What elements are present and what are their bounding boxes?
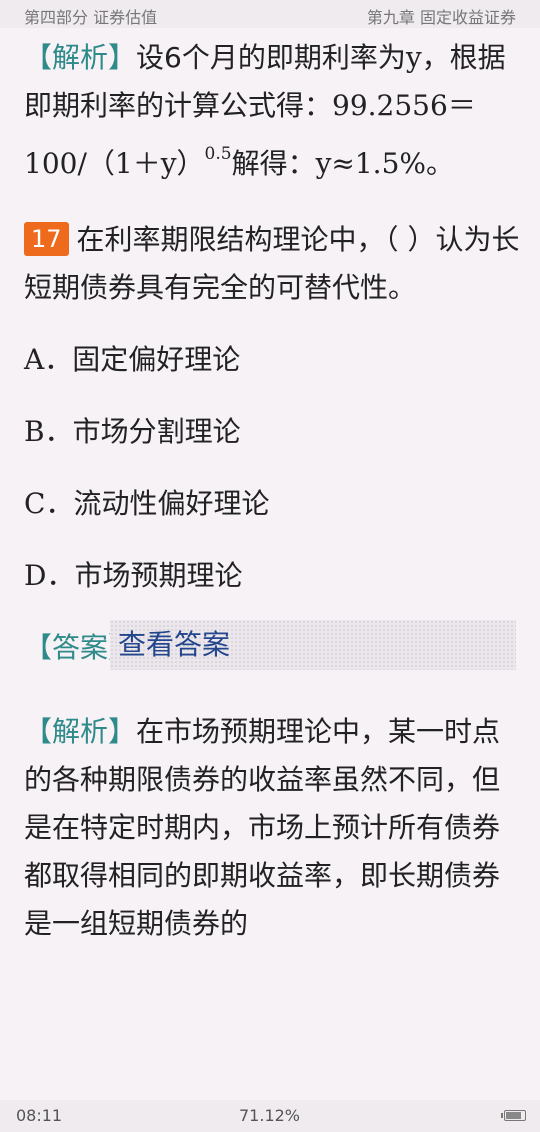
reader-header: 第四部分 证券估值 第九章 固定收益证券 xyxy=(0,0,540,28)
option-b[interactable]: B．市场分割理论 xyxy=(24,396,524,468)
analysis: 【解析】在市场预期理论中，某一时点的各种期限债券的收益率虽然不同，但是在特定时期… xyxy=(24,708,524,948)
question-number-badge: 17 xyxy=(24,222,69,256)
analysis-tag: 【解析】 xyxy=(24,41,137,74)
option-d[interactable]: D．市场预期理论 xyxy=(24,540,524,612)
clock: 08:11 xyxy=(16,1106,63,1125)
reader-footer: 08:11 71.12% xyxy=(0,1100,540,1132)
previous-analysis: 【解析】设6个月的即期利率为y，根据即期利率的计算公式得：99.2556＝100… xyxy=(24,41,506,180)
analysis-tag: 【解析】 xyxy=(24,715,137,748)
answer-row: 【答案】 查看答案 xyxy=(24,620,524,680)
question-17: 17 在利率期限结构理论中，（ ）认为长短期债券具有完全的可替代性。 xyxy=(24,216,524,312)
option-a[interactable]: A．固定偏好理论 xyxy=(24,324,524,396)
analysis-text: 在市场预期理论中，某一时点的各种期限债券的收益率虽然不同，但是在特定时期内，市场… xyxy=(24,715,501,940)
chapter-title: 第九章 固定收益证券 xyxy=(366,8,516,27)
section-title: 第四部分 证券估值 xyxy=(24,8,158,27)
battery-icon xyxy=(501,1110,526,1121)
option-c[interactable]: C．流动性偏好理论 xyxy=(24,468,524,540)
page-content: 【解析】设6个月的即期利率为y，根据即期利率的计算公式得：99.2556＝100… xyxy=(24,34,524,948)
reading-progress: 71.12% xyxy=(239,1106,301,1125)
view-answer-button[interactable]: 查看答案 xyxy=(110,620,516,670)
question-text: 在利率期限结构理论中，（ ）认为长短期债券具有完全的可替代性。 xyxy=(24,223,520,304)
battery-fill xyxy=(506,1112,522,1119)
options-list: A．固定偏好理论 B．市场分割理论 C．流动性偏好理论 D．市场预期理论 xyxy=(24,324,524,612)
